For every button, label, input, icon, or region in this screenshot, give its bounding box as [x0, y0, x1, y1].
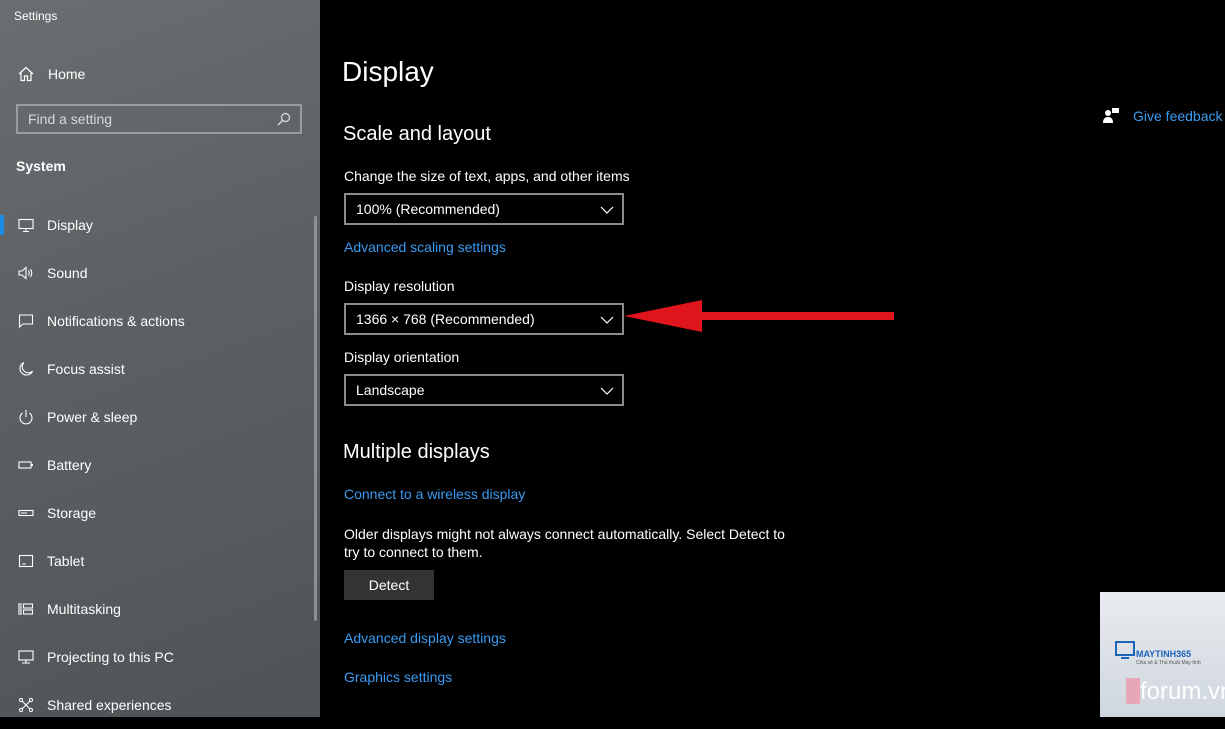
- sidebar-item-battery[interactable]: Battery: [0, 441, 320, 489]
- scale-value: 100% (Recommended): [356, 201, 500, 217]
- graphics-settings-link[interactable]: Graphics settings: [344, 669, 452, 685]
- resolution-label: Display resolution: [344, 278, 455, 294]
- sidebar-item-projecting[interactable]: Projecting to this PC: [0, 633, 320, 681]
- sidebar-item-power-sleep[interactable]: Power & sleep: [0, 393, 320, 441]
- sidebar-item-label: Tablet: [47, 553, 85, 569]
- advanced-display-link[interactable]: Advanced display settings: [344, 630, 506, 646]
- app-title: Settings: [14, 9, 58, 23]
- sidebar-item-label: Notifications & actions: [47, 313, 185, 329]
- watermark-site: forum.vn: [1140, 678, 1225, 705]
- sidebar-item-sound[interactable]: Sound: [0, 249, 320, 297]
- speaker-icon: [17, 264, 35, 282]
- chevron-down-icon: [600, 311, 614, 327]
- storage-icon: [17, 504, 35, 522]
- search-box[interactable]: [16, 104, 302, 134]
- orientation-label: Display orientation: [344, 349, 460, 365]
- projector-icon: [17, 648, 35, 666]
- sidebar-nav: Display Sound Notifications & actions Fo…: [0, 201, 320, 729]
- resolution-value: 1366 × 768 (Recommended): [356, 311, 535, 327]
- power-icon: [17, 408, 35, 426]
- search-input[interactable]: [18, 110, 272, 128]
- search-icon[interactable]: [272, 107, 296, 131]
- sidebar-item-label: Battery: [47, 457, 92, 473]
- chevron-down-icon: [600, 382, 614, 398]
- give-feedback-label: Give feedback: [1133, 108, 1223, 124]
- watermark-logo-icon: [1115, 641, 1135, 659]
- detect-button[interactable]: Detect: [344, 570, 434, 600]
- scale-dropdown[interactable]: 100% (Recommended): [344, 193, 624, 225]
- connect-wireless-link[interactable]: Connect to a wireless display: [344, 486, 525, 502]
- sidebar: Settings Home System Display Sound: [0, 0, 320, 717]
- sidebar-item-label: Multitasking: [47, 601, 121, 617]
- multiple-displays-heading: Multiple displays: [343, 441, 490, 463]
- sidebar-item-notifications[interactable]: Notifications & actions: [0, 297, 320, 345]
- resolution-dropdown[interactable]: 1366 × 768 (Recommended): [344, 303, 624, 335]
- page-title: Display: [342, 56, 434, 87]
- sidebar-item-storage[interactable]: Storage: [0, 489, 320, 537]
- red-arrow-annotation: [624, 300, 894, 332]
- monitor-icon: [17, 216, 35, 234]
- watermark-s-block: [1126, 678, 1140, 704]
- home-icon: [16, 64, 36, 84]
- orientation-value: Landscape: [356, 382, 425, 398]
- home-button[interactable]: Home: [16, 63, 85, 85]
- feedback-icon: [1102, 107, 1120, 125]
- watermark: MAYTINH365 Chia sẻ & Thủ thuật Máy tính …: [1100, 592, 1225, 717]
- tablet-icon: [17, 552, 35, 570]
- main-content: Display Give feedback Scale and layout C…: [320, 0, 1225, 717]
- watermark-brand: MAYTINH365: [1136, 649, 1192, 659]
- sidebar-item-label: Sound: [47, 265, 88, 281]
- scale-label: Change the size of text, apps, and other…: [344, 168, 630, 184]
- notification-icon: [17, 312, 35, 330]
- older-displays-text: Older displays might not always connect …: [344, 526, 785, 560]
- sidebar-item-label: Projecting to this PC: [47, 649, 174, 665]
- sidebar-item-multitasking[interactable]: Multitasking: [0, 585, 320, 633]
- home-label: Home: [48, 66, 86, 82]
- sidebar-item-tablet[interactable]: Tablet: [0, 537, 320, 585]
- shared-icon: [17, 696, 35, 714]
- sidebar-item-label: Display: [47, 217, 93, 233]
- sidebar-item-label: Storage: [47, 505, 97, 521]
- advanced-scaling-link[interactable]: Advanced scaling settings: [344, 239, 506, 255]
- sidebar-item-label: Focus assist: [47, 361, 125, 377]
- section-label-system: System: [16, 158, 66, 174]
- sidebar-item-label: Power & sleep: [47, 409, 138, 425]
- orientation-dropdown[interactable]: Landscape: [344, 374, 624, 406]
- give-feedback-link[interactable]: Give feedback: [1102, 107, 1223, 125]
- chevron-down-icon: [600, 201, 614, 217]
- scale-layout-heading: Scale and layout: [343, 123, 491, 145]
- battery-icon: [17, 456, 35, 474]
- sidebar-item-focus-assist[interactable]: Focus assist: [0, 345, 320, 393]
- multitasking-icon: [17, 600, 35, 618]
- watermark-tagline: Chia sẻ & Thủ thuật Máy tính: [1136, 660, 1201, 666]
- sidebar-item-shared-experiences[interactable]: Shared experiences: [0, 681, 320, 729]
- sidebar-item-display[interactable]: Display: [0, 201, 320, 249]
- moon-icon: [17, 360, 35, 378]
- sidebar-scrollbar[interactable]: [314, 216, 317, 621]
- sidebar-item-label: Shared experiences: [47, 697, 172, 713]
